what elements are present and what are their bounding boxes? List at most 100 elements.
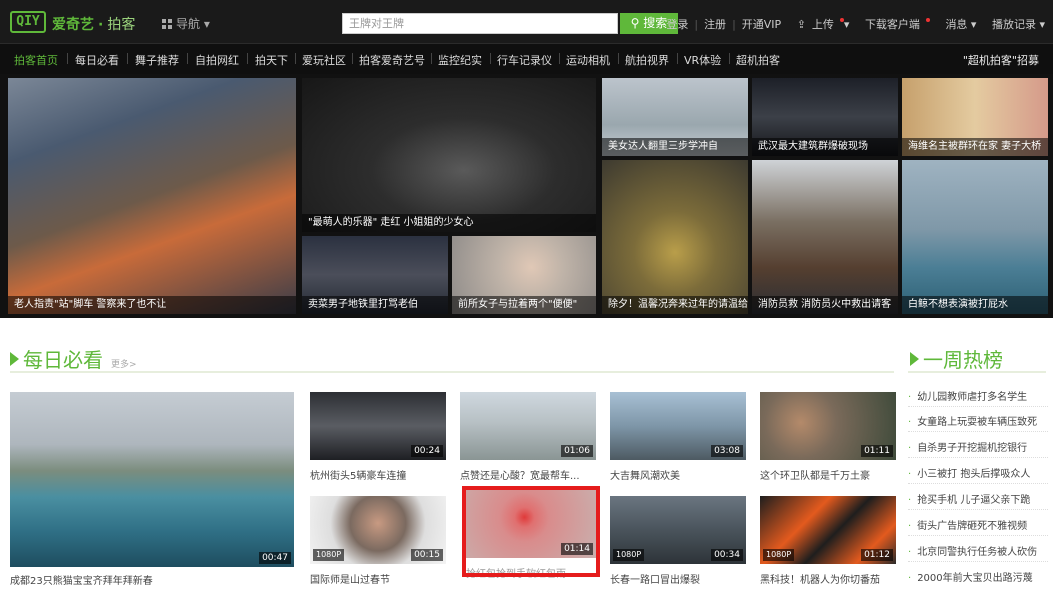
download-label: 下载客户端 — [864, 18, 920, 31]
nav-item-dance[interactable]: 舞子推荐 — [135, 52, 179, 68]
bullet: · — [908, 469, 912, 480]
nav-item-selfie[interactable]: 自拍网红 — [195, 52, 239, 68]
messages-link[interactable]: 消息 ▾ — [939, 18, 976, 31]
nav-item-dashcam[interactable]: 行车记录仪 — [497, 52, 552, 68]
video-title[interactable]: 黑科技！机器人为你切番茄 — [760, 571, 896, 586]
upload-icon: ⇪ — [796, 18, 806, 31]
weekly-title-text: 一周热榜 — [923, 348, 1003, 372]
nav-item-community[interactable]: 爱玩社区 — [302, 52, 346, 68]
video-duration: 03:08 — [711, 445, 743, 457]
hero-tile-woman[interactable]: 前所女子与拉着两个"便便" — [452, 236, 596, 314]
ranking-item[interactable]: · 小三被打 抱头后撑吸众人 — [908, 465, 1048, 480]
hero-tile-beluga[interactable]: 白鲸不想表演被打屁水 — [902, 160, 1048, 314]
nav-menu-button[interactable]: 导航 ▾ — [162, 15, 210, 32]
video-duration: 00:47 — [259, 552, 291, 564]
bullet: · — [908, 417, 912, 428]
iqiyi-logo[interactable]: QIY — [10, 11, 46, 33]
ranking-item[interactable]: · 2000年前大宝贝出路污蔑 — [908, 569, 1048, 584]
nav-divider — [618, 53, 619, 64]
video-title[interactable]: 抢红包抢到手软红包雨 — [466, 565, 596, 580]
video-title[interactable]: 长春一路口冒出爆裂 — [610, 571, 746, 586]
history-link[interactable]: 播放记录 ▾ — [986, 18, 1045, 31]
video-thumbnail: 1080P 01:12 — [760, 496, 896, 564]
nav-divider — [490, 53, 491, 64]
daily-video-card[interactable]: 1080P 01:12 黑科技！机器人为你切番茄 — [760, 496, 896, 592]
video-duration: 00:24 — [411, 445, 443, 457]
search-input[interactable]: 王牌对王牌 — [342, 13, 618, 34]
hero-tile-subway[interactable]: 卖菜男子地铁里打骂老伯 — [302, 236, 448, 314]
hero-tile-firefighter[interactable]: 消防员救 消防员火中救出请客 — [752, 160, 898, 314]
nav-divider — [187, 53, 188, 64]
ranking-item-label: 抢买手机 儿子逼父亲下跪 — [917, 495, 1031, 506]
nav-item-surveillance[interactable]: 监控纪实 — [438, 52, 482, 68]
download-client-link[interactable]: 下载客户端 — [859, 18, 930, 31]
vip-link[interactable]: 开通VIP — [742, 18, 781, 31]
video-title[interactable]: 成都23只熊猫宝宝齐拜年拜新春 — [10, 572, 294, 587]
daily-video-card[interactable]: 01:06 点赞还是心酸？宽最帮车... — [460, 392, 596, 488]
hero-mosaic: 老人指责"站"脚车 警察来了也不让 "最萌人的乐器" 走红 小姐姐的少女心 卖菜… — [0, 74, 1053, 318]
nav-item-iqiyi-account[interactable]: 拍客爱奇艺号 — [359, 52, 425, 68]
ranking-item[interactable]: · 自杀男子开挖掘机挖银行 — [908, 439, 1048, 454]
hero-caption: 卖菜男子地铁里打骂老伯 — [302, 296, 448, 314]
weekly-section-title: 一周热榜 — [910, 344, 1003, 373]
daily-main-video[interactable]: 00:47 成都23只熊猫宝宝齐拜年拜新春 — [10, 392, 294, 588]
bullet: · — [908, 392, 912, 403]
register-link[interactable]: 注册 — [704, 18, 726, 31]
ranking-item[interactable]: · 女童路上玩耍被车辆压致死 — [908, 413, 1048, 428]
nav-item-vr[interactable]: VR体验 — [684, 52, 721, 68]
history-label: 播放记录 — [991, 18, 1036, 31]
nav-item-world[interactable]: 拍天下 — [255, 52, 288, 68]
video-duration: 00:34 — [711, 549, 743, 561]
video-title[interactable]: 点赞还是心酸？宽最帮车... — [460, 467, 596, 482]
hd-badge: 1080P — [613, 549, 645, 561]
hero-tile-large[interactable]: 老人指责"站"脚车 警察来了也不让 — [8, 78, 296, 314]
video-duration: 01:14 — [561, 543, 593, 555]
video-thumbnail: 01:14 — [466, 490, 596, 558]
upload-link[interactable]: ⇪ 上传 ▾ — [791, 18, 849, 31]
video-thumbnail: 01:11 — [760, 392, 896, 460]
daily-video-card[interactable]: 00:24 杭州街头5辆豪车连撞 — [310, 392, 446, 488]
row-separator — [908, 561, 1048, 562]
nav-item-daily[interactable]: 每日必看 — [75, 52, 119, 68]
video-title[interactable]: 国际师是山过春节 — [310, 571, 446, 586]
recruit-link[interactable]: "超机拍客"招募 — [963, 52, 1039, 68]
row-separator — [908, 509, 1048, 510]
hero-tile-explosion[interactable]: 武汉最大建筑群爆破现场 — [752, 78, 898, 156]
hero-tile-family[interactable]: 海维名主被群环在家 妻子大桥 — [902, 78, 1048, 156]
hero-tile-drum[interactable]: "最萌人的乐器" 走红 小姐姐的少女心 — [302, 78, 596, 232]
notification-dot — [839, 18, 844, 22]
daily-video-card[interactable]: 1080P 00:15 国际师是山过春节 — [310, 496, 446, 592]
ranking-item[interactable]: · 北京同警执行任务被人砍伤 — [908, 543, 1048, 558]
ranking-item[interactable]: · 街头广告牌砸死不雅视频 — [908, 517, 1048, 532]
ranking-item-label: 2000年前大宝贝出路污蔑 — [917, 573, 1033, 584]
video-title[interactable]: 大吉舞风潮欢美 — [610, 467, 746, 482]
nav-item-action-cam[interactable]: 运动相机 — [566, 52, 610, 68]
top-bar: QIY 爱奇艺 · 拍客 导航 ▾ 王牌对王牌 ⚲ 搜索 登录 | 注册 | 开通VIP ⇪… — [0, 0, 1053, 44]
nav-divider — [295, 53, 296, 64]
video-title[interactable]: 杭州街头5辆豪车连撞 — [310, 467, 446, 482]
section-divider — [908, 371, 1046, 373]
nav-item-aerial[interactable]: 航拍视界 — [625, 52, 669, 68]
video-thumbnail: 1080P 00:15 — [310, 496, 446, 564]
daily-video-card[interactable]: 1080P 00:34 长春一路口冒出爆裂 — [610, 496, 746, 592]
nav-divider — [352, 53, 353, 64]
hero-tile-ice[interactable]: 美女达人翻里三步学冲自 — [602, 78, 748, 156]
nav-item-super[interactable]: 超机拍客 — [736, 52, 780, 68]
bullet: · — [908, 573, 912, 584]
ranking-item[interactable]: · 幼儿园教师虐打多名学生 — [908, 388, 1048, 403]
hero-tile-cooking[interactable]: 除夕！温馨况奔来过年的请温给路 — [602, 160, 748, 314]
brand-title[interactable]: 爱奇艺 · 拍客 — [52, 14, 135, 34]
daily-video-card[interactable]: 01:14 抢红包抢到手软红包雨 — [466, 490, 596, 586]
notification-dot — [925, 18, 930, 22]
section-divider — [10, 371, 894, 373]
category-nav: 拍客首页 每日必看 舞子推荐 自拍网红 拍天下 爱玩社区 拍客爱奇艺号 监控纪实… — [0, 44, 1053, 74]
daily-video-card[interactable]: 01:11 这个环卫队都是千万土豪 — [760, 392, 896, 488]
bullet: · — [908, 495, 912, 506]
nav-item-home[interactable]: 拍客首页 — [14, 52, 58, 68]
daily-more-link[interactable]: 更多> — [111, 360, 137, 370]
video-title[interactable]: 这个环卫队都是千万土豪 — [760, 467, 896, 482]
nav-divider — [677, 53, 678, 64]
login-link[interactable]: 登录 — [666, 18, 688, 31]
ranking-item[interactable]: · 抢买手机 儿子逼父亲下跪 — [908, 491, 1048, 506]
daily-video-card[interactable]: 03:08 大吉舞风潮欢美 — [610, 392, 746, 488]
